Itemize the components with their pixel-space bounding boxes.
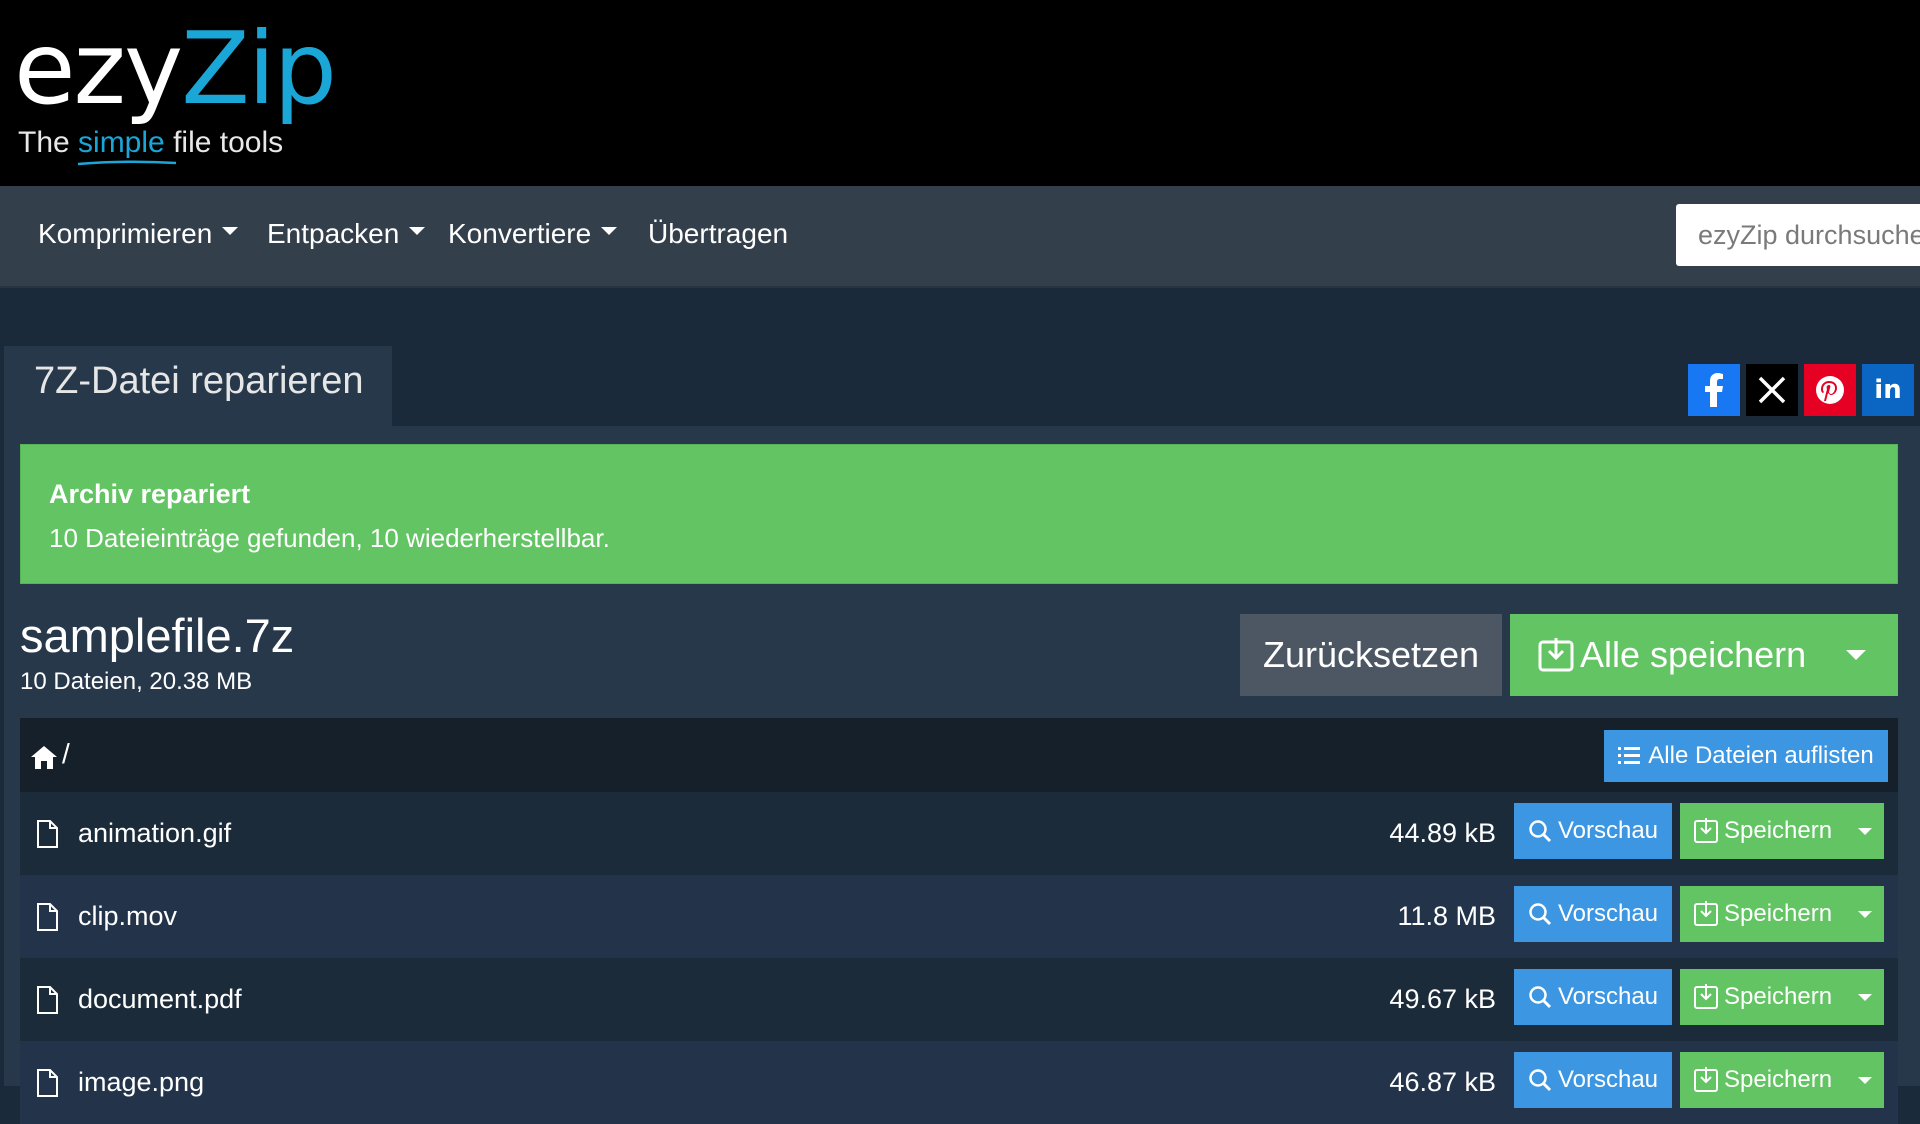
home-icon[interactable] xyxy=(30,744,58,770)
x-share-button[interactable] xyxy=(1746,364,1798,416)
alert-text: 10 Dateieinträge gefunden, 10 wiederhers… xyxy=(49,523,610,553)
archive-meta: 10 Dateien, 20.38 MB xyxy=(20,668,253,695)
file-name: clip.mov xyxy=(78,901,178,931)
logo-wordmark: ezyZip xyxy=(14,10,337,127)
file-size: 46.87 kB xyxy=(1389,1067,1496,1097)
search-icon xyxy=(1529,986,1552,1009)
file-size: 49.67 kB xyxy=(1389,984,1496,1014)
preview-button[interactable]: Vorschau xyxy=(1514,1052,1672,1108)
file-row: document.pdf 49.67 kB Vorschau Speichern xyxy=(20,958,1898,1041)
file-icon xyxy=(37,986,58,1014)
search-icon xyxy=(1529,1069,1552,1092)
save-dropdown-toggle[interactable] xyxy=(1858,1077,1872,1084)
save-all-dropdown-toggle[interactable] xyxy=(1846,650,1866,660)
file-icon xyxy=(37,820,58,848)
file-size: 44.89 kB xyxy=(1389,818,1496,848)
facebook-icon xyxy=(1705,373,1723,407)
save-button[interactable]: Speichern xyxy=(1680,1052,1884,1108)
archive-name: samplefile.7z xyxy=(20,609,295,662)
caret-down-icon xyxy=(409,227,426,235)
main-navbar: Komprimieren Entpacken Konvertiere Übert… xyxy=(0,186,1920,288)
nav-entpacken[interactable]: Entpacken xyxy=(267,218,426,250)
caret-down-icon xyxy=(601,227,618,235)
logo-tagline: The simple file tools xyxy=(18,126,284,159)
breadcrumb: / Alle Dateien auflisten xyxy=(20,718,1898,792)
download-icon xyxy=(1694,818,1718,843)
page-title: 7Z-Datei reparieren xyxy=(34,360,364,402)
pinterest-share-button[interactable] xyxy=(1804,364,1856,416)
preview-button[interactable]: Vorschau xyxy=(1514,969,1672,1025)
list-all-files-button[interactable]: Alle Dateien auflisten xyxy=(1604,730,1888,782)
search-icon xyxy=(1529,820,1552,843)
file-name: document.pdf xyxy=(78,984,242,1014)
file-icon xyxy=(37,903,58,931)
ezyzip-logo[interactable]: ezyZip The simple file tools xyxy=(14,10,337,166)
linkedin-icon: in xyxy=(1874,375,1902,405)
site-header: ezyZip The simple file tools xyxy=(0,0,1920,186)
save-dropdown-toggle[interactable] xyxy=(1858,828,1872,835)
download-icon xyxy=(1694,901,1718,926)
pinterest-icon xyxy=(1816,376,1844,404)
download-icon xyxy=(1538,638,1574,672)
file-name: animation.gif xyxy=(78,818,232,848)
x-icon xyxy=(1758,376,1786,404)
logo-swoosh xyxy=(77,160,177,166)
list-icon xyxy=(1618,747,1641,764)
alert-title: Archiv repariert xyxy=(49,479,251,509)
save-button[interactable]: Speichern xyxy=(1680,969,1884,1025)
facebook-share-button[interactable] xyxy=(1688,364,1740,416)
breadcrumb-path: / xyxy=(62,738,70,769)
caret-down-icon xyxy=(222,227,239,235)
nav-uebertragen[interactable]: Übertragen xyxy=(648,218,788,250)
save-dropdown-toggle[interactable] xyxy=(1858,994,1872,1001)
save-all-button[interactable]: Alle speichern xyxy=(1510,614,1898,696)
search-input[interactable] xyxy=(1676,204,1920,266)
reset-button[interactable]: Zurücksetzen xyxy=(1240,614,1502,696)
download-icon xyxy=(1694,1067,1718,1092)
tool-tab: 7Z-Datei reparieren xyxy=(4,346,392,426)
file-row: animation.gif 44.89 kB Vorschau Speicher… xyxy=(20,792,1898,875)
file-name: image.png xyxy=(78,1067,205,1097)
linkedin-share-button[interactable]: in xyxy=(1862,364,1914,416)
file-row: clip.mov 11.8 MB Vorschau Speichern xyxy=(20,875,1898,958)
file-icon xyxy=(37,1069,58,1097)
file-row: image.png 46.87 kB Vorschau Speichern xyxy=(20,1041,1898,1124)
save-dropdown-toggle[interactable] xyxy=(1858,911,1872,918)
download-icon xyxy=(1694,984,1718,1009)
save-button[interactable]: Speichern xyxy=(1680,886,1884,942)
nav-konvertiere[interactable]: Konvertiere xyxy=(448,218,618,250)
file-size: 11.8 MB xyxy=(1397,901,1496,931)
search-icon xyxy=(1529,903,1552,926)
preview-button[interactable]: Vorschau xyxy=(1514,886,1672,942)
success-alert: Archiv repariert 10 Dateieinträge gefund… xyxy=(20,444,1898,584)
preview-button[interactable]: Vorschau xyxy=(1514,803,1672,859)
nav-komprimieren[interactable]: Komprimieren xyxy=(38,218,239,250)
save-button[interactable]: Speichern xyxy=(1680,803,1884,859)
